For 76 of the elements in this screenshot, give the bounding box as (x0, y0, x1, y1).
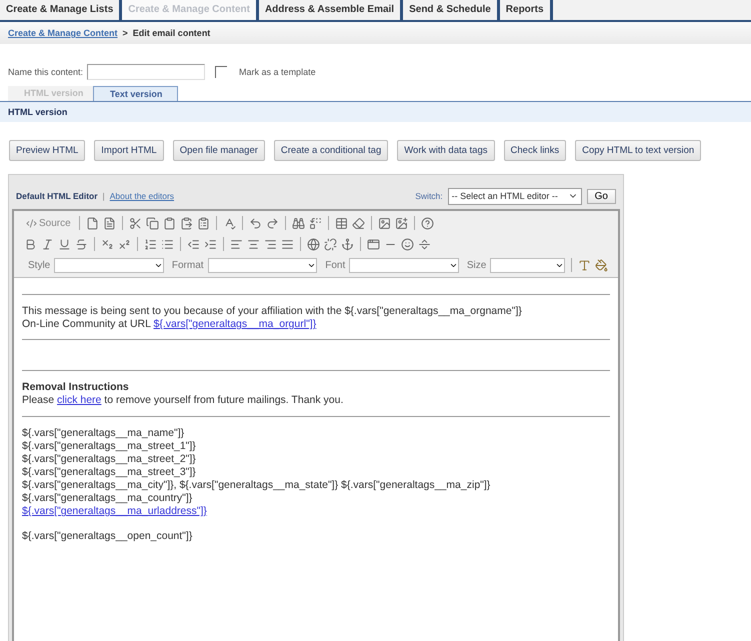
combo-label: Format (172, 260, 204, 270)
body-text: ${.vars["generaltags__ma_city"]}, ${.vars["generaltags__ma_state"]} ${.vars["generaltags__ma_zip"]} (22, 479, 492, 492)
justify-icon[interactable] (281, 238, 294, 250)
section-heading: Removal Instructions (22, 381, 130, 394)
switch-label: Switch: (415, 191, 443, 201)
action-button[interactable]: Open file manager (172, 140, 265, 161)
page-break-icon[interactable] (418, 238, 431, 250)
outdent-icon[interactable] (187, 238, 200, 250)
unlink-icon[interactable] (324, 238, 337, 250)
body-text: ${.vars["generaltags__ma_country"]} (22, 492, 194, 506)
background-color-icon[interactable] (595, 258, 608, 272)
undo-icon[interactable] (248, 216, 262, 230)
window-icon[interactable] (367, 238, 380, 250)
text-link[interactable]: click here (57, 394, 102, 406)
underline-icon[interactable] (58, 238, 71, 250)
superscript-icon[interactable] (118, 238, 131, 250)
action-button[interactable]: Import HTML (94, 140, 164, 161)
replace-icon[interactable] (308, 216, 322, 230)
redo-icon[interactable] (266, 216, 279, 230)
align-right-icon[interactable] (264, 238, 277, 250)
globe-icon[interactable] (307, 238, 320, 250)
numbered-list-icon[interactable] (144, 238, 157, 250)
text-color-icon[interactable] (578, 258, 592, 272)
section-title: HTML version (0, 102, 751, 122)
body-text: ${.vars["generaltags__ma_street_3"]} (22, 466, 197, 479)
text-link[interactable]: ${.vars["generaltags__ma_orgurl"]} (154, 318, 316, 330)
separator: | (102, 191, 105, 201)
insert-image-icon[interactable] (394, 216, 408, 230)
checkbox-label: Mark as a template (239, 67, 316, 77)
paste-word-icon[interactable] (196, 216, 210, 230)
image-icon[interactable] (378, 216, 391, 230)
field-label: Name this content: (8, 67, 84, 77)
find-icon[interactable] (292, 216, 305, 230)
body-text: This message is being sent to you because of your affiliation with the ${.vars["generaltags__ma_orgname"]} On-Line Community at URL ${.vars["generaltags__ma_orgurl"]} (22, 305, 523, 332)
text-link[interactable]: ${.vars["generaltags__ma_urladdress"]} (22, 505, 207, 518)
breadcrumb-separator: > (122, 28, 128, 38)
body-text: Please click here to remove yourself from future mailings. Thank you. (22, 394, 344, 408)
indent-icon[interactable] (204, 238, 217, 250)
new-page-icon[interactable] (86, 216, 99, 230)
name-input-field[interactable] (87, 64, 206, 80)
subscript-icon[interactable] (101, 238, 114, 250)
breadcrumb-link[interactable]: Create & Manage Content (8, 28, 118, 38)
body-text: ${.vars["generaltags__ma_street_1"]} (22, 440, 197, 453)
eraser-icon[interactable] (352, 216, 365, 230)
paste-icon[interactable] (162, 216, 176, 230)
copy-icon[interactable] (146, 216, 159, 230)
go-button[interactable]: Go (586, 188, 616, 204)
combo-label: Style (28, 260, 50, 270)
combo-label: Font (325, 260, 346, 270)
strikethrough-icon[interactable] (75, 238, 88, 250)
body-text: ${.vars["generaltags__ma_name"]} (22, 426, 186, 440)
action-button[interactable]: Preview HTML (9, 140, 86, 161)
body-text: ${.vars["generaltags__open_count"]} (22, 530, 194, 544)
align-center-icon[interactable] (247, 238, 260, 250)
action-button[interactable]: Work with data tags (397, 140, 495, 161)
help-icon[interactable] (420, 216, 434, 230)
action-button[interactable]: Check links (504, 140, 566, 161)
paste-text-icon[interactable] (180, 216, 193, 230)
about-link[interactable]: About the editors (110, 191, 174, 201)
smiley-icon[interactable] (401, 238, 414, 250)
breadcrumb-current: Edit email content (132, 28, 210, 38)
combo-label: Size (466, 260, 486, 270)
align-left-icon[interactable] (230, 238, 243, 250)
action-button[interactable]: Copy HTML to text version (575, 140, 702, 161)
italic-icon[interactable] (41, 238, 54, 250)
anchor-icon[interactable] (341, 238, 354, 250)
editor-select[interactable]: -- Select an HTML editor -- (448, 188, 582, 204)
body-text: ${.vars["generaltags__ma_street_2"]} (22, 452, 197, 466)
version-tab[interactable]: Text version (93, 86, 178, 101)
cut-icon[interactable] (128, 216, 142, 230)
table-icon[interactable] (334, 216, 348, 230)
editor-title: Default HTML Editor (16, 191, 98, 201)
action-button[interactable]: Create a conditional tag (274, 140, 388, 161)
source-icon (26, 218, 37, 228)
bold-icon[interactable] (24, 238, 37, 250)
templates-icon[interactable] (102, 216, 116, 230)
